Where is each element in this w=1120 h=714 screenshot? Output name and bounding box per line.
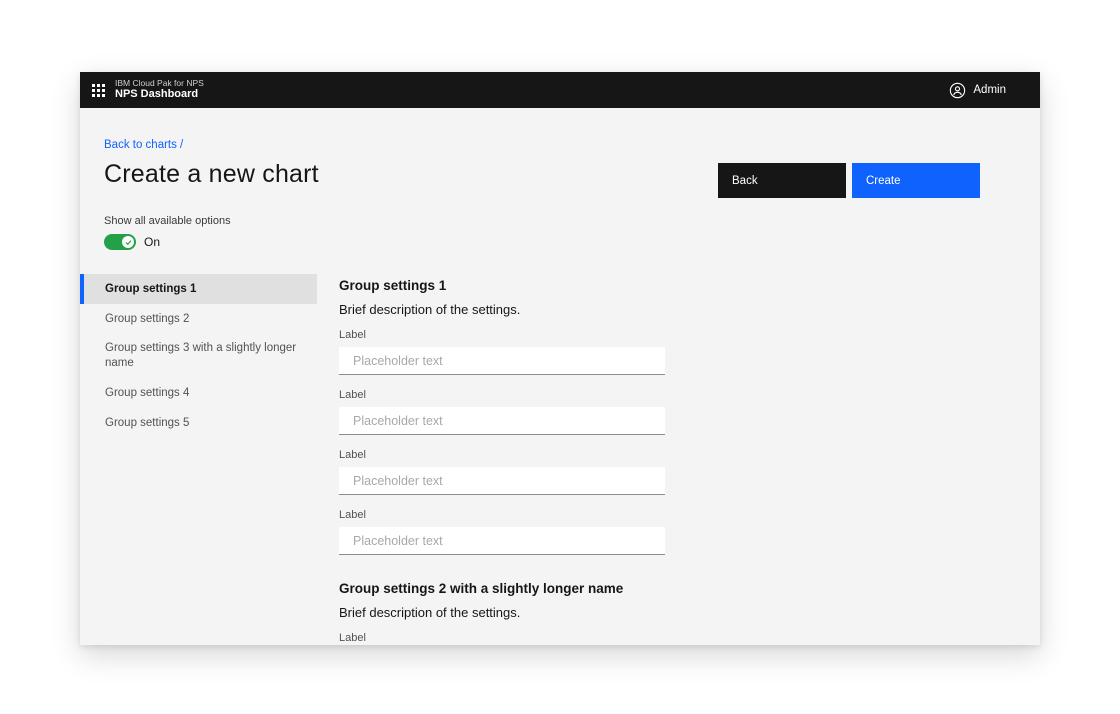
- section-description: Brief description of the settings.: [339, 302, 665, 317]
- form-field: Label: [339, 449, 665, 495]
- text-input[interactable]: [339, 347, 665, 375]
- field-label: Label: [339, 389, 665, 401]
- page-title: Create a new chart: [104, 160, 319, 189]
- header-user-menu[interactable]: Admin: [949, 82, 1040, 99]
- user-avatar-icon: [949, 82, 966, 99]
- back-button[interactable]: Back: [718, 163, 846, 198]
- field-label: Label: [339, 632, 665, 644]
- text-input[interactable]: [339, 467, 665, 495]
- create-button[interactable]: Create: [852, 163, 980, 198]
- toggle-knob: [122, 236, 134, 248]
- app-window: IBM Cloud Pak for NPS NPS Dashboard Admi…: [80, 72, 1040, 645]
- options-toggle-section: Show all available options On: [104, 215, 1040, 250]
- sidebar-item-group-settings-4[interactable]: Group settings 4: [80, 378, 317, 408]
- toggle-state-label: On: [144, 235, 160, 249]
- section-heading: Group settings 1: [339, 278, 665, 293]
- app-switcher-icon[interactable]: [92, 84, 105, 97]
- form-field: Label: [339, 329, 665, 375]
- section-description: Brief description of the settings.: [339, 605, 665, 620]
- form-section: Group settings 2 with a slightly longer …: [339, 581, 665, 645]
- breadcrumb[interactable]: Back to charts /: [104, 139, 183, 151]
- form-field: Label: [339, 389, 665, 435]
- sidebar-item-group-settings-5[interactable]: Group settings 5: [80, 408, 317, 438]
- form-section: Group settings 1 Brief description of the…: [339, 278, 665, 555]
- user-name-label: Admin: [973, 84, 1006, 96]
- sidebar-item-group-settings-2[interactable]: Group settings 2: [80, 304, 317, 334]
- title-row: Create a new chart Back Create: [104, 160, 1040, 198]
- text-input[interactable]: [339, 527, 665, 555]
- field-label: Label: [339, 509, 665, 521]
- form-field: Label: [339, 509, 665, 555]
- action-buttons: Back Create: [718, 163, 980, 198]
- options-toggle-switch[interactable]: [104, 234, 136, 250]
- toggle-label: Show all available options: [104, 215, 1040, 227]
- main-area: Group settings 1Group settings 2Group se…: [80, 274, 1040, 645]
- form-field: Label: [339, 632, 665, 645]
- app-title: NPS Dashboard: [115, 88, 204, 102]
- top-header-bar: IBM Cloud Pak for NPS NPS Dashboard Admi…: [80, 72, 1040, 108]
- settings-form: Group settings 1 Brief description of the…: [339, 274, 665, 645]
- sidebar-item-group-settings-1[interactable]: Group settings 1: [80, 274, 317, 304]
- field-label: Label: [339, 449, 665, 461]
- section-heading: Group settings 2 with a slightly longer …: [339, 581, 665, 596]
- field-label: Label: [339, 329, 665, 341]
- settings-group-nav: Group settings 1Group settings 2Group se…: [80, 274, 317, 438]
- product-eyebrow: IBM Cloud Pak for NPS: [115, 78, 204, 89]
- header-titles: IBM Cloud Pak for NPS NPS Dashboard: [115, 78, 204, 102]
- sidebar-item-group-settings-3[interactable]: Group settings 3 with a slightly longer …: [80, 334, 317, 378]
- header-left: IBM Cloud Pak for NPS NPS Dashboard: [80, 78, 204, 102]
- toggle-row: On: [104, 234, 1040, 250]
- text-input[interactable]: [339, 407, 665, 435]
